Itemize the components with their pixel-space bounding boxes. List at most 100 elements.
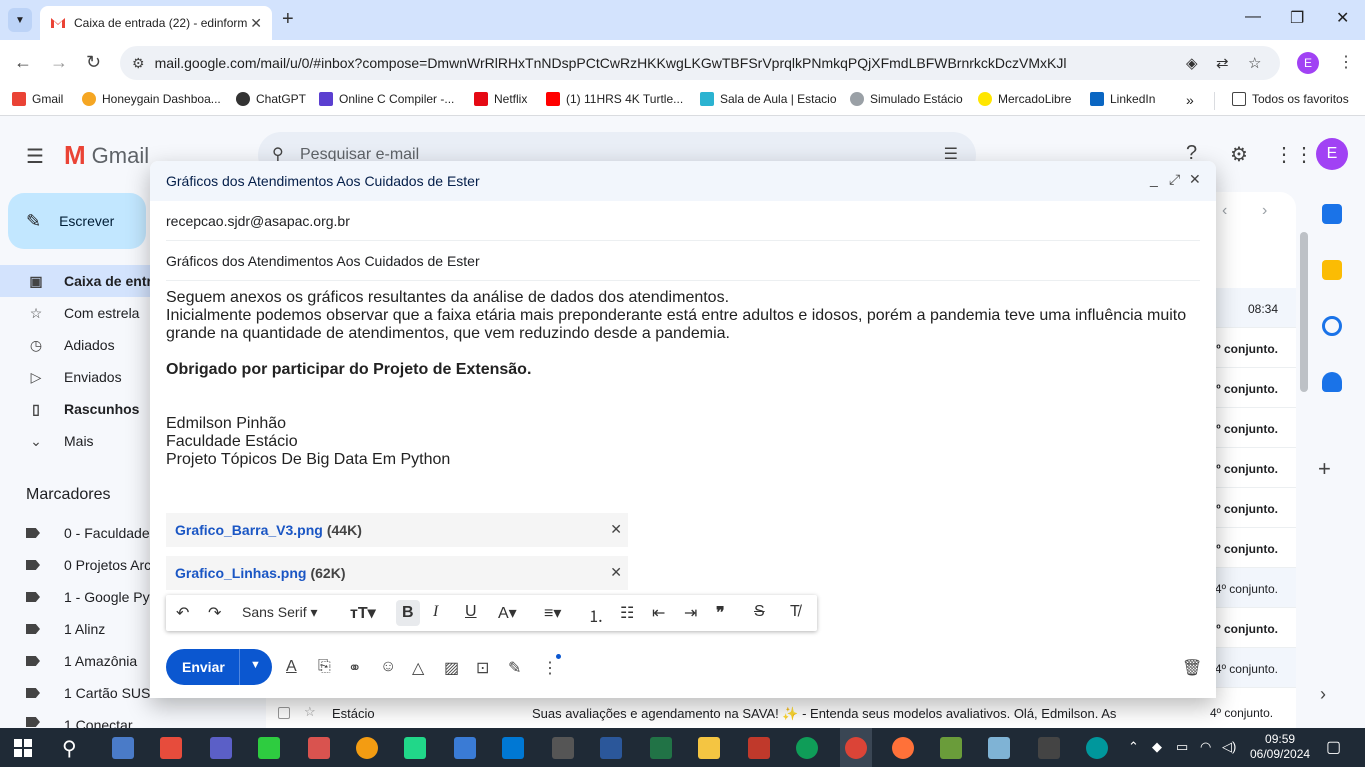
clear-formatting-icon[interactable]: T̸: [790, 603, 800, 621]
bookmark-all-folder[interactable]: Todos os favoritos: [1232, 92, 1349, 106]
undo-icon[interactable]: ↶: [176, 603, 189, 623]
insert-photo-icon[interactable]: ▨: [444, 658, 459, 678]
next-page-icon[interactable]: ›: [1262, 202, 1267, 220]
message-body[interactable]: Seguem anexos os gráficos resultantes da…: [166, 289, 1200, 469]
indent-more-icon[interactable]: ⇥: [684, 603, 697, 623]
quote-icon[interactable]: ❞: [716, 603, 725, 623]
strikethrough-icon[interactable]: S: [754, 603, 765, 621]
chrome-icon[interactable]: [845, 737, 867, 759]
drive-icon[interactable]: △: [412, 658, 424, 678]
volume-icon[interactable]: ◁): [1222, 739, 1236, 755]
lens-icon[interactable]: ◈: [1186, 54, 1198, 72]
address-bar[interactable]: ⚙ mail.google.com/mail/u/0/#inbox?compos…: [120, 46, 1280, 80]
site-info-icon[interactable]: ⚙: [132, 55, 145, 72]
wifi-icon[interactable]: ◠: [1200, 739, 1211, 755]
attachment-name[interactable]: Grafico_Barra_V3.png: [175, 522, 323, 538]
attachment-chip[interactable]: Grafico_Barra_V3.png (44K) ✕: [166, 513, 628, 547]
app-icon[interactable]: [748, 737, 770, 759]
subject-field[interactable]: Gráficos dos Atendimentos Aos Cuidados d…: [166, 241, 1200, 281]
signature-pen-icon[interactable]: ✎: [508, 658, 521, 678]
anydesk-icon[interactable]: [160, 737, 182, 759]
underline-icon[interactable]: U: [465, 603, 477, 621]
battery-icon[interactable]: ▭: [1176, 739, 1188, 755]
prev-page-icon[interactable]: ‹: [1222, 202, 1227, 220]
attach-file-icon[interactable]: ⎘: [318, 658, 331, 676]
word-icon[interactable]: [600, 737, 622, 759]
devcpp-icon[interactable]: [454, 737, 476, 759]
contacts-icon[interactable]: [1322, 372, 1342, 392]
remove-attachment-icon[interactable]: ✕: [610, 564, 622, 581]
emoji-icon[interactable]: ☺: [380, 658, 396, 676]
gmail-logo[interactable]: M Gmail: [64, 140, 149, 171]
italic-icon[interactable]: I: [433, 603, 438, 621]
browser-tab-gmail[interactable]: Caixa de entrada (22) - edinform ✕: [40, 6, 272, 40]
main-menu-icon[interactable]: ☰: [26, 144, 44, 169]
font-size-icon[interactable]: тT▾: [350, 603, 376, 623]
insert-link-icon[interactable]: ⚭: [348, 658, 361, 678]
compose-header[interactable]: Gráficos dos Atendimentos Aos Cuidados d…: [150, 161, 1216, 201]
calculator-icon[interactable]: [112, 737, 134, 759]
apps-grid-icon[interactable]: ⋮⋮: [1274, 142, 1314, 167]
indent-less-icon[interactable]: ⇤: [652, 603, 665, 623]
bookmark-netflix[interactable]: Netflix: [474, 92, 527, 106]
bookmark-mercadolibre[interactable]: MercadoLibre: [978, 92, 1071, 106]
discard-draft-icon[interactable]: 🗑: [1182, 658, 1202, 678]
schedule-send-dropdown-icon[interactable]: ▼: [250, 659, 261, 671]
arduino-icon[interactable]: [1086, 737, 1108, 759]
tasks-icon[interactable]: [1322, 316, 1342, 336]
app-icon[interactable]: [940, 737, 962, 759]
send-button[interactable]: Enviar ▼: [166, 649, 272, 685]
app-icon[interactable]: [356, 737, 378, 759]
translate-icon[interactable]: ⇄: [1216, 54, 1229, 72]
fullscreen-icon[interactable]: ⤢: [1169, 171, 1180, 188]
bookmark-sala-de-aula[interactable]: Sala de Aula | Estacio: [700, 92, 837, 106]
taskbar-clock[interactable]: 09:59 06/09/2024: [1250, 732, 1310, 762]
search-icon[interactable]: ⚲: [62, 736, 77, 761]
attachment-chip[interactable]: Grafico_Linhas.png (62K) ✕: [166, 556, 628, 590]
calendar-app-icon[interactable]: [1038, 737, 1060, 759]
tray-app-icon[interactable]: ◆: [1152, 739, 1162, 755]
star-icon[interactable]: ☆: [304, 704, 316, 720]
browser-profile-avatar[interactable]: E: [1297, 52, 1319, 74]
app-icon[interactable]: [552, 737, 574, 759]
bold-icon[interactable]: B: [396, 600, 420, 626]
redo-icon[interactable]: ↷: [208, 603, 221, 623]
windows-start-icon[interactable]: [14, 739, 32, 757]
remove-attachment-icon[interactable]: ✕: [610, 521, 622, 538]
table-row[interactable]: ☆ Estácio Suas avaliações e agendamento …: [266, 698, 1296, 728]
account-avatar[interactable]: E: [1316, 138, 1348, 170]
row-checkbox[interactable]: [278, 707, 290, 719]
bookmark-online-compiler[interactable]: Online C Compiler -...: [319, 92, 454, 106]
confidential-lock-icon[interactable]: ⊡: [476, 658, 489, 678]
numbered-list-icon[interactable]: ⒈: [588, 603, 604, 627]
teams-icon[interactable]: [210, 737, 232, 759]
keep-icon[interactable]: [1322, 260, 1342, 280]
bookmark-chatgpt[interactable]: ChatGPT: [236, 92, 306, 106]
bookmark-gmail[interactable]: Gmail: [12, 92, 63, 106]
firefox-icon[interactable]: [892, 737, 914, 759]
mail-list-scrollbar[interactable]: [1300, 232, 1308, 392]
notifications-icon[interactable]: ▢: [1326, 737, 1341, 757]
edge-icon[interactable]: [796, 737, 818, 759]
settings-gear-icon[interactable]: ⚙: [1230, 142, 1248, 167]
bookmark-youtube[interactable]: (1) 11HRS 4K Turtle...: [546, 92, 683, 106]
attachment-name[interactable]: Grafico_Linhas.png: [175, 565, 306, 581]
forward-icon[interactable]: →: [50, 52, 68, 73]
text-color-icon[interactable]: A▾: [498, 603, 517, 623]
app-icon[interactable]: [308, 737, 330, 759]
restore-icon[interactable]: ❐: [1290, 8, 1304, 28]
excel-icon[interactable]: [650, 737, 672, 759]
bookmark-star-icon[interactable]: ☆: [1248, 54, 1261, 72]
to-field[interactable]: recepcao.sjdr@asapac.org.br: [166, 201, 1200, 241]
compose-button[interactable]: ✎ Escrever: [8, 193, 146, 249]
tab-search-button[interactable]: ▼: [8, 8, 32, 32]
reload-icon[interactable]: ↻: [86, 52, 101, 73]
pycharm-icon[interactable]: [404, 737, 426, 759]
more-options-icon[interactable]: ⋮: [542, 658, 558, 678]
formatting-options-icon[interactable]: A: [286, 658, 297, 676]
tray-expand-icon[interactable]: ⌃: [1128, 739, 1139, 755]
bookmark-linkedin[interactable]: LinkedIn: [1090, 92, 1155, 106]
calendar-icon[interactable]: [1322, 204, 1342, 224]
back-icon[interactable]: ←: [14, 52, 32, 73]
new-tab-icon[interactable]: +: [282, 8, 294, 31]
